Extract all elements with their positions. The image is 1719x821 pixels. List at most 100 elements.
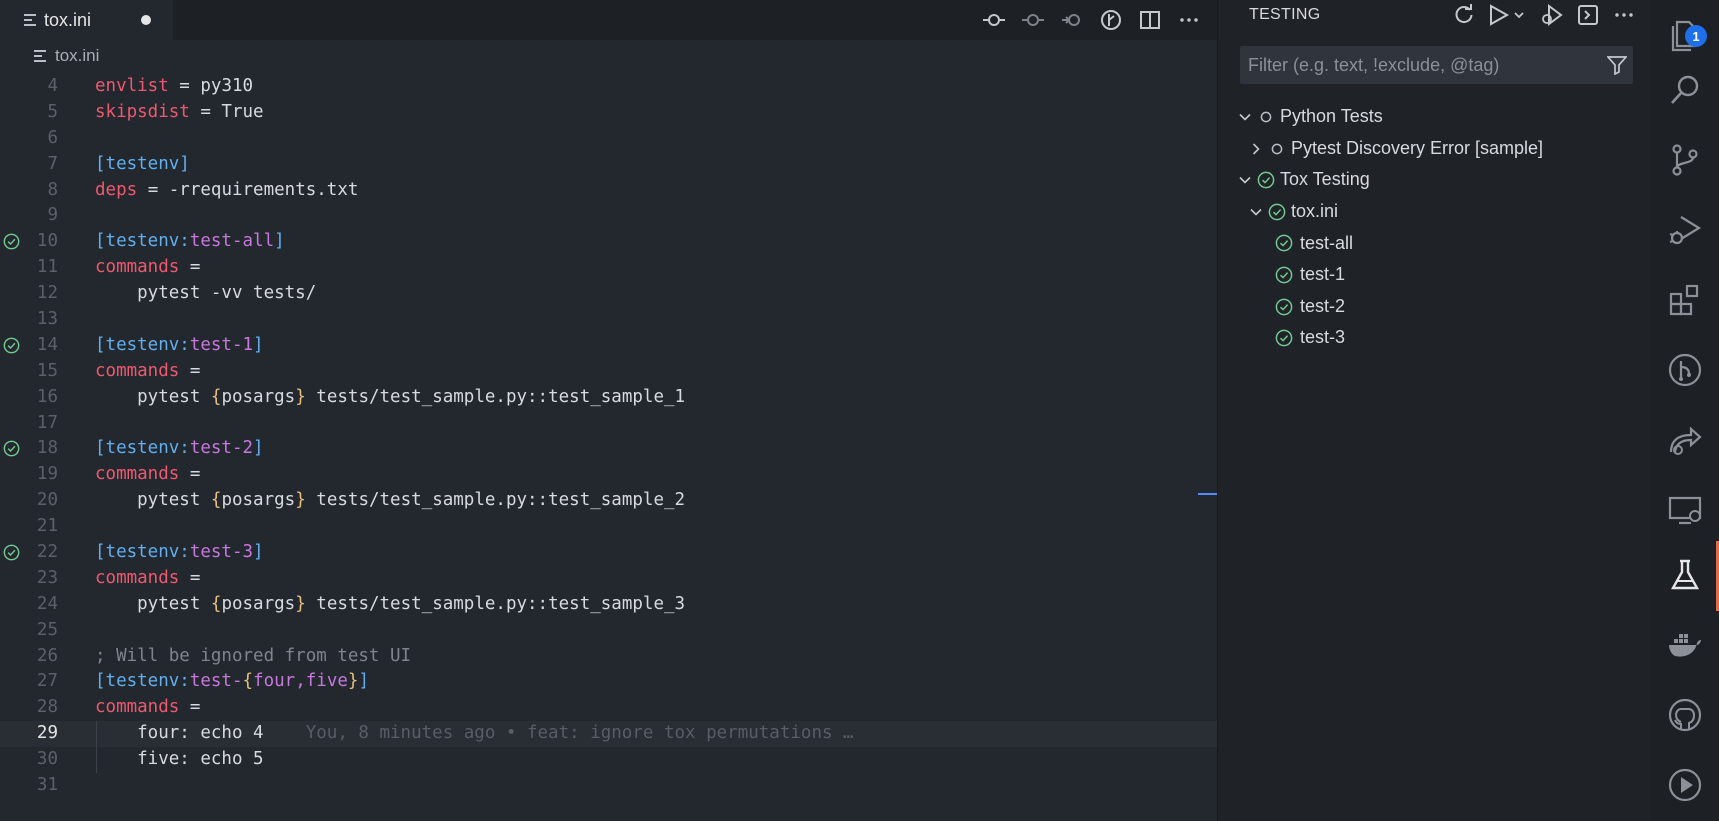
code-token: } [295, 386, 306, 407]
test-passed-gutter-icon[interactable] [3, 233, 20, 250]
scrollbar-marker [1198, 493, 1217, 495]
code-line[interactable]: 18 [testenv:test-2] [0, 436, 1217, 462]
go-back-icon[interactable] [1021, 8, 1045, 32]
code-token: pytest [95, 593, 211, 614]
code-line[interactable]: 20 pytest {posargs} tests/test_sample.py… [0, 488, 1217, 514]
code-line[interactable]: 4 envlist = py310 [0, 74, 1217, 100]
test-tree-item[interactable]: test-2 [1218, 291, 1652, 323]
code-line[interactable]: 16 pytest {posargs} tests/test_sample.py… [0, 385, 1217, 411]
run-all-tests-icon[interactable] [1488, 3, 1528, 27]
breadcrumb-item-tox-ini[interactable]: tox.ini [55, 46, 99, 66]
code-token: skipsdist [95, 101, 190, 122]
test-tree-item[interactable]: Python Tests [1218, 101, 1652, 133]
code-token: test-3 [189, 542, 254, 563]
refresh-tests-icon[interactable] [1452, 3, 1476, 27]
code-line[interactable]: 19 commands = [0, 462, 1217, 488]
chevron-down-icon[interactable] [1238, 173, 1252, 187]
code-area[interactable]: 4 envlist = py310 5 skipsdist = True 6 7 [test… [0, 74, 1217, 799]
test-tree-item[interactable]: Tox Testing [1218, 164, 1652, 196]
code-line[interactable]: 8 deps = -rrequirements.txt [0, 178, 1217, 204]
show-output-icon[interactable] [1576, 3, 1600, 27]
test-tree-item[interactable]: test-1 [1218, 259, 1652, 291]
chevron-down-icon[interactable] [1249, 205, 1263, 219]
code-line[interactable]: 7 [testenv] [0, 152, 1217, 178]
code-line[interactable]: 29 four: echo 4 You, 8 minutes ago • fea… [0, 721, 1217, 748]
debug-all-tests-icon[interactable] [1540, 3, 1564, 27]
code-line[interactable]: 14 [testenv:test-1] [0, 333, 1217, 359]
docker-icon[interactable] [1651, 611, 1719, 679]
search-icon[interactable] [1651, 56, 1719, 124]
code-token: commands [95, 360, 180, 381]
remote-explorer-icon[interactable] [1651, 476, 1719, 544]
code-line[interactable]: 11 commands = [0, 255, 1217, 281]
split-editor-icon[interactable] [1138, 8, 1162, 32]
test-tree-item[interactable]: test-all [1218, 227, 1652, 259]
live-share-icon[interactable] [1651, 406, 1719, 474]
code-line[interactable]: 9 [0, 203, 1217, 229]
test-tree-label: test-3 [1300, 327, 1346, 348]
line-number: 8 [47, 179, 58, 200]
code-line[interactable]: 10 [testenv:test-all] [0, 229, 1217, 255]
code-line[interactable]: 21 [0, 514, 1217, 540]
git-commit-icon[interactable] [982, 8, 1006, 32]
line-number: 5 [47, 101, 58, 122]
code-line[interactable]: 30 five: echo 5 [0, 747, 1217, 774]
line-number: 26 [36, 645, 58, 666]
filter-input[interactable] [1240, 46, 1590, 84]
code-token: = True [189, 101, 264, 122]
test-passed-gutter-icon[interactable] [3, 544, 20, 561]
line-number: 13 [36, 309, 58, 330]
test-filter [1240, 46, 1633, 84]
test-tree-label: test-all [1300, 232, 1354, 253]
code-line[interactable]: 12 pytest -vv tests/ [0, 281, 1217, 307]
code-line[interactable]: 17 [0, 411, 1217, 437]
github-icon[interactable] [1651, 681, 1719, 749]
code-line[interactable]: 27 [testenv:test-{four,five}] [0, 669, 1217, 695]
source-control-icon[interactable] [1651, 126, 1719, 194]
code-line[interactable]: 31 [0, 773, 1217, 799]
go-forward-icon[interactable] [1060, 8, 1084, 32]
code-token: envlist [95, 76, 169, 96]
line-text: pytest -vv tests/ [95, 281, 316, 307]
test-unset-icon [1260, 111, 1272, 123]
code-line[interactable]: 25 [0, 618, 1217, 644]
code-line[interactable]: 13 [0, 307, 1217, 333]
line-text: five: echo 5 [95, 747, 263, 773]
test-tree-item[interactable]: Pytest Discovery Error [sample] [1218, 133, 1652, 165]
play-icon[interactable] [1651, 751, 1719, 819]
code-token: = [179, 257, 201, 278]
run-debug-icon[interactable] [1651, 196, 1719, 264]
test-passed-gutter-icon[interactable] [3, 440, 20, 457]
timeline-icon[interactable] [1099, 8, 1123, 32]
test-tree-item[interactable]: test-3 [1218, 322, 1652, 354]
test-tree-item[interactable]: tox.ini [1218, 196, 1652, 228]
unsaved-dot-icon[interactable] [141, 15, 151, 25]
code-line[interactable]: 5 skipsdist = True [0, 100, 1217, 126]
code-token: test-1 [189, 334, 254, 355]
code-line[interactable]: 6 [0, 126, 1217, 152]
code-token: commands [95, 697, 180, 718]
line-text: deps = -rrequirements.txt [95, 178, 358, 204]
line-text: commands = [95, 255, 200, 281]
git-graph-icon[interactable] [1651, 336, 1719, 404]
code-line[interactable]: 24 pytest {posargs} tests/test_sample.py… [0, 592, 1217, 618]
test-passed-gutter-icon[interactable] [3, 337, 20, 354]
chevron-right-icon[interactable] [1249, 142, 1263, 156]
code-token: { [242, 671, 254, 692]
line-text: [testenv] [95, 152, 190, 178]
tab-tox-ini[interactable]: tox.ini [0, 0, 173, 40]
extensions-icon[interactable] [1651, 266, 1719, 334]
more-actions-icon[interactable] [1612, 3, 1636, 27]
testing-icon[interactable] [1651, 541, 1719, 609]
code-line[interactable]: 26 ; Will be ignored from test UI [0, 644, 1217, 670]
code-line[interactable]: 22 [testenv:test-3] [0, 540, 1217, 566]
code-token: commands [95, 567, 180, 588]
chevron-down-icon[interactable] [1238, 110, 1252, 124]
code-line[interactable]: 15 commands = [0, 359, 1217, 385]
code-line[interactable]: 28 commands = [0, 695, 1217, 721]
code-line[interactable]: 23 commands = [0, 566, 1217, 592]
more-actions-icon[interactable] [1177, 8, 1201, 32]
filter-icon[interactable] [1606, 55, 1628, 76]
code-token: deps [95, 179, 138, 200]
code-token: { [210, 593, 222, 614]
